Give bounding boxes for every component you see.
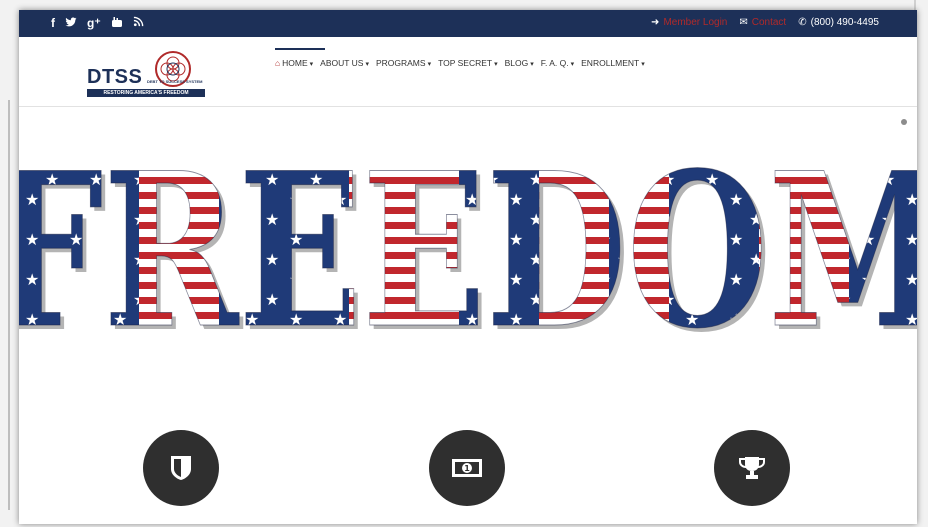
rss-icon[interactable]	[133, 16, 144, 31]
feature-circle-shield[interactable]	[143, 430, 219, 506]
member-login-label: Member Login	[663, 17, 728, 28]
phone-number: (800) 490-4495	[810, 17, 879, 28]
trophy-icon	[739, 457, 765, 479]
google-plus-icon[interactable]: g⁺	[87, 16, 101, 31]
nav-item-top-secret[interactable]: TOP SECRET ▾	[438, 58, 498, 68]
svg-text:1: 1	[464, 464, 470, 473]
slider-dot[interactable]	[901, 119, 907, 125]
logo-subtitle: DEBT TO SUCCESS SYSTEM	[147, 79, 203, 84]
nav-label: ABOUT US	[320, 58, 364, 68]
facebook-icon[interactable]: f	[51, 16, 55, 31]
feature-circle-money[interactable]: 1	[429, 430, 505, 506]
logo-tagline: RESTORING AMERICA'S FREEDOM	[87, 89, 205, 97]
member-login-link[interactable]: ➜ Member Login	[651, 17, 727, 28]
main-nav: ⌂ HOME ▾ ABOUT US ▾ PROGRAMS ▾ TOP SECRET ▾ B…	[275, 58, 645, 68]
nav-label: TOP SECRET	[438, 58, 493, 68]
nav-item-about-us[interactable]: ABOUT US ▾	[320, 58, 369, 68]
site-header: DTSS DEBT TO SUCCESS SYSTEM RESTORING AM…	[19, 37, 917, 107]
contact-link[interactable]: ✉ Contact	[739, 17, 786, 28]
nav-label: F. A. Q.	[540, 58, 569, 68]
phone-icon: ✆	[798, 17, 807, 28]
twitter-icon[interactable]	[65, 16, 77, 31]
freedom-headline-graphic: ★ ★ FREEDOM FREEDOM FREEDOM	[19, 147, 917, 347]
nav-active-indicator	[275, 48, 325, 50]
nav-label: PROGRAMS	[375, 58, 426, 68]
nav-item-enrollment[interactable]: ENROLLMENT ▾	[581, 58, 645, 68]
caret-down-icon: ▾	[365, 61, 369, 68]
nav-label: ENROLLMENT	[581, 58, 640, 68]
caret-down-icon: ▾	[641, 61, 645, 68]
youtube-icon[interactable]	[111, 16, 123, 31]
nav-label: BLOG	[504, 58, 529, 68]
social-links: f g⁺	[51, 16, 144, 31]
caret-down-icon: ▾	[494, 61, 498, 68]
home-icon: ⌂	[275, 58, 281, 68]
money-icon: 1	[452, 459, 482, 477]
browser-page: f g⁺ ➜ Member Login ✉ Contact ✆ (800) 490-4…	[19, 10, 917, 524]
nav-label: HOME	[282, 58, 308, 68]
contact-label: Contact	[751, 17, 787, 28]
envelope-icon: ✉	[739, 17, 748, 28]
caret-down-icon: ▾	[530, 61, 534, 68]
caret-down-icon: ▾	[570, 61, 575, 68]
shield-icon	[171, 456, 191, 480]
sign-in-icon: ➜	[651, 17, 660, 28]
caret-down-icon: ▾	[427, 61, 432, 68]
phone-link[interactable]: ✆ (800) 490-4495	[798, 17, 879, 28]
nav-item-home[interactable]: ⌂ HOME ▾	[275, 58, 313, 68]
feature-circle-trophy[interactable]	[714, 430, 790, 506]
top-links: ➜ Member Login ✉ Contact ✆ (800) 490-4495	[651, 17, 879, 28]
top-bar: f g⁺ ➜ Member Login ✉ Contact ✆ (800) 490-4…	[19, 10, 917, 37]
hero-slider: ★ ★ FREEDOM FREEDOM FREEDOM	[19, 107, 917, 524]
logo-name: DTSS	[87, 66, 143, 88]
nav-item-faq[interactable]: F. A. Q. ▾	[541, 58, 574, 68]
caret-down-icon: ▾	[309, 61, 314, 68]
headline-outline: FREEDOM	[19, 147, 917, 347]
nav-item-programs[interactable]: PROGRAMS ▾	[376, 58, 431, 68]
page-left-edge	[8, 100, 10, 510]
site-logo[interactable]: DTSS DEBT TO SUCCESS SYSTEM RESTORING AM…	[87, 50, 207, 100]
nav-item-blog[interactable]: BLOG ▾	[505, 58, 534, 68]
